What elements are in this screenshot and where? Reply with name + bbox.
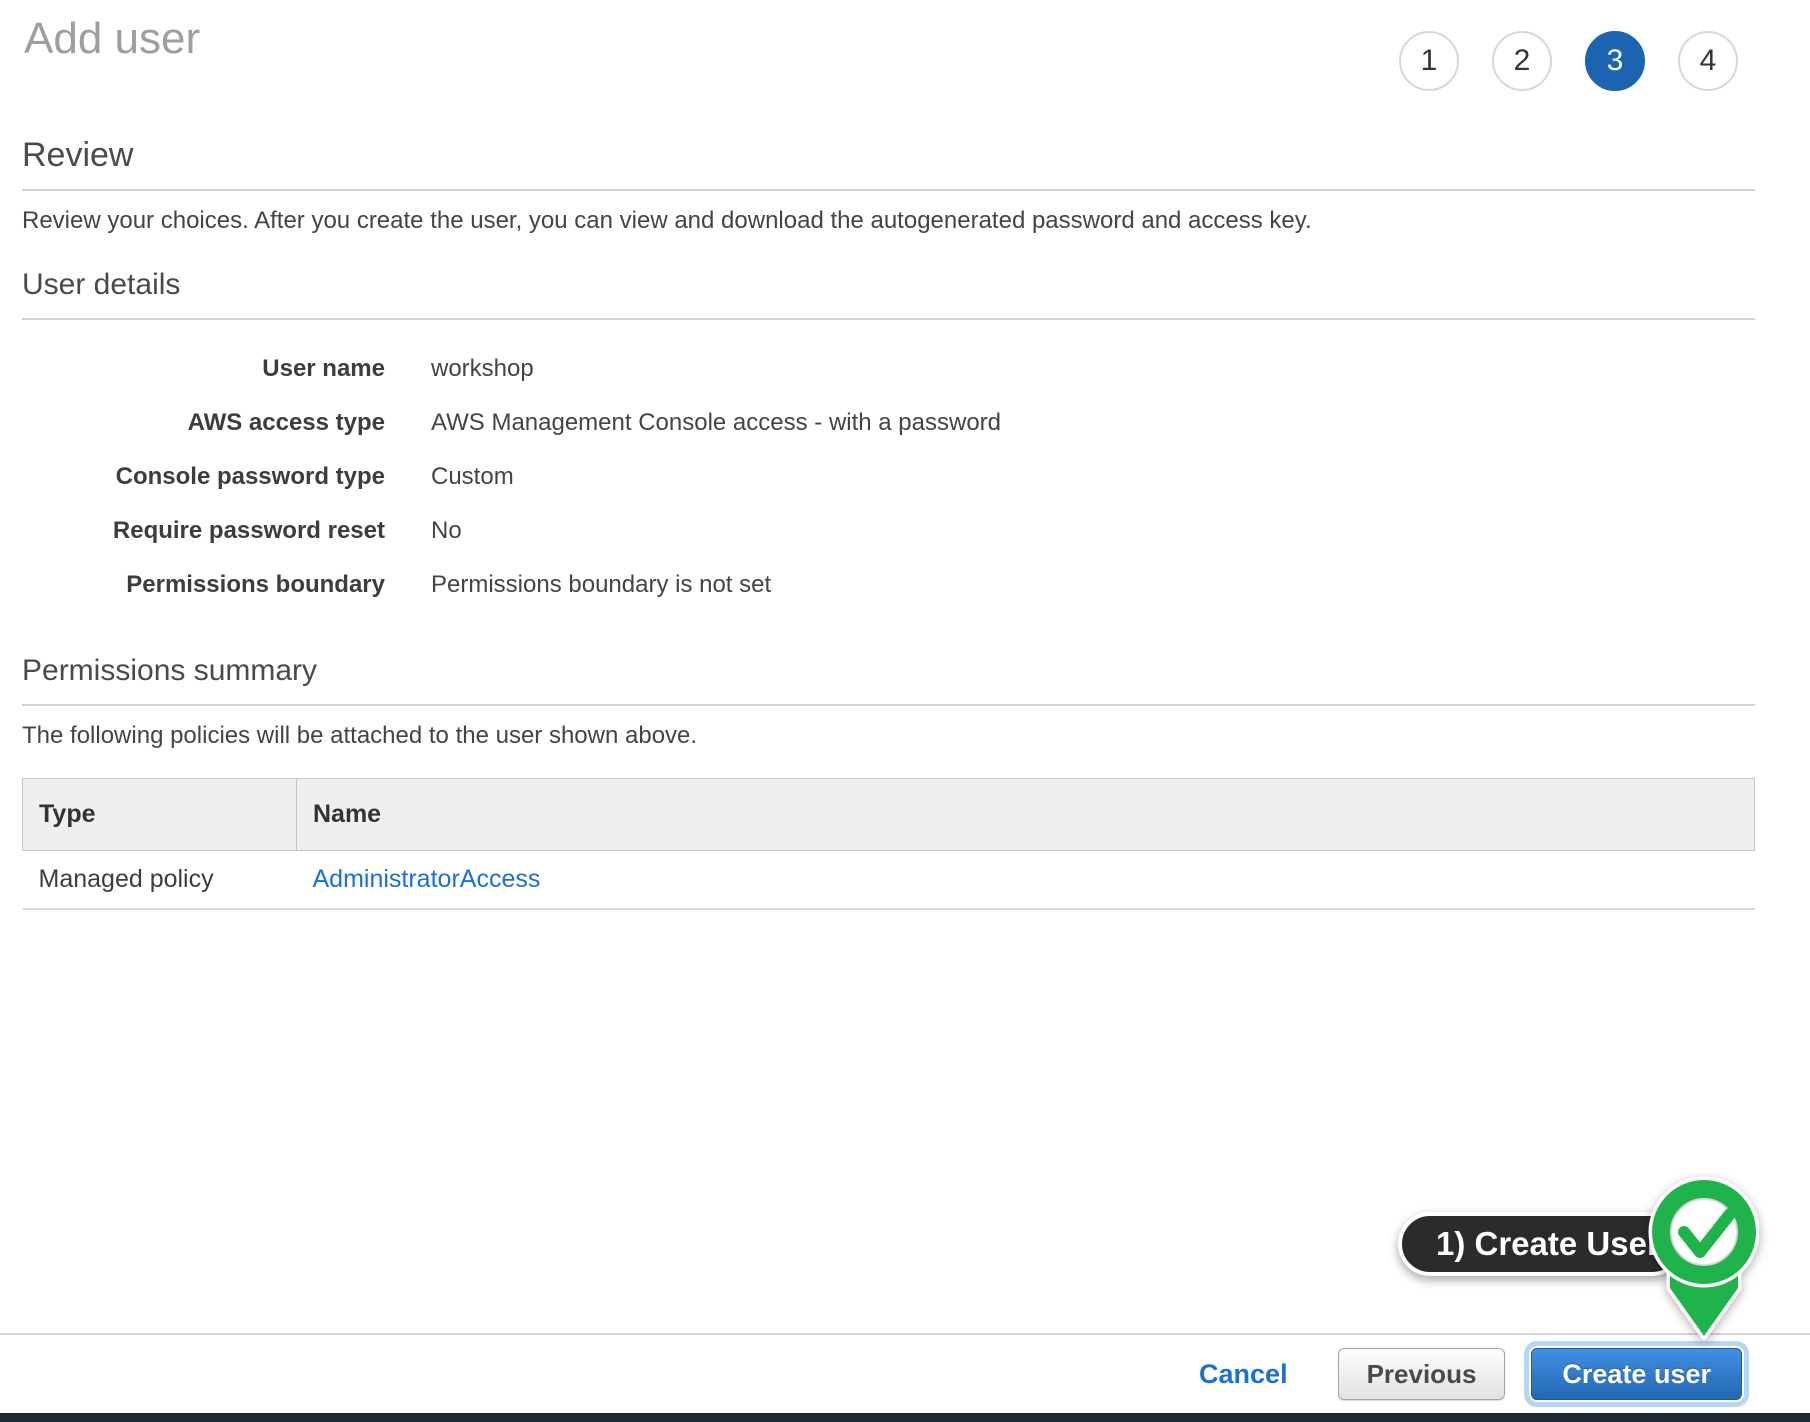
tutorial-callout-label: 1) Create User <box>1436 1225 1660 1263</box>
column-header-name: Name <box>297 779 1755 851</box>
detail-label: Console password type <box>22 463 385 491</box>
divider <box>22 189 1755 191</box>
detail-label: Require password reset <box>22 517 385 545</box>
review-heading: Review <box>22 136 1755 175</box>
column-header-type: Type <box>23 779 297 851</box>
permissions-summary-description: The following policies will be attached … <box>22 722 1755 750</box>
policy-name-link[interactable]: AdministratorAccess <box>313 865 541 893</box>
review-section: Review Review your choices. After you cr… <box>22 136 1755 235</box>
detail-value: Custom <box>431 463 1755 491</box>
detail-row-password-reset: Require password reset No <box>22 504 1755 558</box>
create-user-button[interactable]: Create user <box>1531 1348 1742 1400</box>
page-title: Add user <box>24 14 200 64</box>
detail-row-access-type: AWS access type AWS Management Console a… <box>22 396 1755 450</box>
green-checkmark-pin-icon <box>1640 1168 1768 1344</box>
review-description: Review your choices. After you create th… <box>22 207 1755 235</box>
detail-label: Permissions boundary <box>22 571 385 599</box>
detail-row-password-type: Console password type Custom <box>22 450 1755 504</box>
detail-label: User name <box>22 355 385 383</box>
policy-type-cell: Managed policy <box>23 851 297 909</box>
policy-table-header-row: Type Name <box>23 779 1755 851</box>
permissions-summary-section: Permissions summary The following polici… <box>22 654 1755 910</box>
step-indicator-3: 3 <box>1585 31 1645 91</box>
previous-button[interactable]: Previous <box>1338 1348 1506 1400</box>
detail-value: Permissions boundary is not set <box>431 571 1755 599</box>
wizard-step-indicator: 1 2 3 4 <box>1399 31 1738 91</box>
divider <box>22 704 1755 706</box>
detail-label: AWS access type <box>22 409 385 437</box>
user-details-heading: User details <box>22 268 1755 302</box>
policy-table: Type Name Managed policy AdministratorAc… <box>22 778 1755 910</box>
permissions-summary-heading: Permissions summary <box>22 654 1755 688</box>
detail-value: AWS Management Console access - with a p… <box>431 409 1755 437</box>
wizard-footer: Cancel Previous Create user <box>0 1333 1810 1413</box>
detail-value: workshop <box>431 355 1755 383</box>
detail-row-user-name: User name workshop <box>22 342 1755 396</box>
cancel-button[interactable]: Cancel <box>1199 1359 1288 1390</box>
step-indicator-4: 4 <box>1678 31 1738 91</box>
policy-name-cell: AdministratorAccess <box>297 851 1755 909</box>
user-details-section: User details User name workshop AWS acce… <box>22 268 1755 612</box>
user-details-list: User name workshop AWS access type AWS M… <box>22 342 1755 612</box>
divider <box>22 318 1755 320</box>
step-indicator-2: 2 <box>1492 31 1552 91</box>
bottom-navy-bar <box>0 1413 1810 1422</box>
step-indicator-1: 1 <box>1399 31 1459 91</box>
detail-value: No <box>431 517 1755 545</box>
policy-table-row: Managed policy AdministratorAccess <box>23 851 1755 909</box>
detail-row-permissions-boundary: Permissions boundary Permissions boundar… <box>22 558 1755 612</box>
